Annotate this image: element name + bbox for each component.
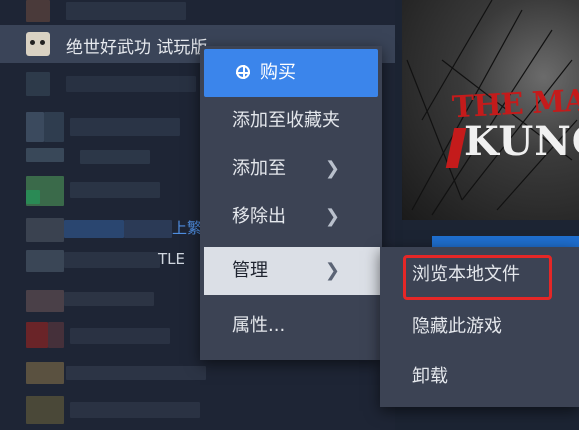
remove-from-label: 移除出 [232, 206, 286, 227]
blurred-icon [26, 322, 48, 348]
blurred-icon [26, 218, 64, 242]
blurred-icon [26, 0, 50, 22]
add-to-label: 添加至 [232, 158, 286, 179]
blurred-icon [26, 362, 64, 384]
blurred-icon [44, 112, 64, 142]
uninstall-menu-item[interactable]: 卸载 [380, 353, 579, 401]
blurred-icon [26, 148, 64, 162]
blurred-text [64, 292, 154, 306]
blurred-text [80, 150, 150, 164]
blurred-icon [26, 290, 64, 312]
add-to-favorites-menu-item[interactable]: 添加至收藏夹 [204, 97, 378, 145]
game-banner-image: THE MATCH KUNG [402, 0, 579, 220]
manage-menu-item[interactable]: 管理 ❯ [204, 247, 380, 295]
context-menu: 购买 添加至收藏夹 添加至 ❯ 移除出 ❯ 管理 ❯ 属性... [200, 46, 382, 360]
blurred-icon [26, 112, 44, 142]
blurred-text [124, 220, 172, 238]
blurred-text [70, 118, 180, 136]
blurred-text [70, 402, 200, 418]
purchase-label: 购买 [260, 62, 296, 83]
properties-label: 属性... [232, 315, 286, 336]
blurred-text [70, 328, 170, 344]
hide-game-menu-item[interactable]: 隐藏此游戏 [380, 303, 579, 351]
chevron-right-icon: ❯ [324, 260, 340, 281]
game-avatar-icon [26, 32, 50, 56]
hide-game-label: 隐藏此游戏 [412, 316, 502, 337]
globe-icon [236, 65, 250, 79]
blurred-text [66, 76, 196, 92]
blurred-text [70, 182, 160, 198]
blurred-text [66, 366, 206, 380]
chevron-right-icon: ❯ [324, 206, 340, 227]
blurred-icon [26, 396, 64, 424]
uninstall-label: 卸载 [412, 366, 448, 387]
banner-title-line2: KUNG [464, 118, 579, 165]
blurred-icon [26, 72, 50, 96]
blurred-icon [26, 250, 64, 272]
blurred-text [64, 252, 160, 268]
manage-label: 管理 [232, 260, 268, 281]
add-to-menu-item[interactable]: 添加至 ❯ [204, 145, 378, 193]
chevron-right-icon: ❯ [324, 158, 340, 179]
partial-library-text: TLE [158, 250, 185, 268]
blurred-text [64, 220, 124, 238]
remove-from-menu-item[interactable]: 移除出 ❯ [204, 193, 378, 241]
blurred-icon [48, 322, 64, 348]
add-to-favorites-label: 添加至收藏夹 [232, 110, 340, 131]
properties-menu-item[interactable]: 属性... [204, 302, 378, 350]
selected-game-title: 绝世好武功 试玩版 [66, 38, 208, 58]
blurred-icon [26, 190, 40, 204]
blurred-text [66, 2, 186, 20]
red-highlight-annotation [403, 255, 552, 300]
partial-library-text: 上繁 [172, 219, 203, 237]
purchase-menu-item[interactable]: 购买 [204, 49, 378, 97]
